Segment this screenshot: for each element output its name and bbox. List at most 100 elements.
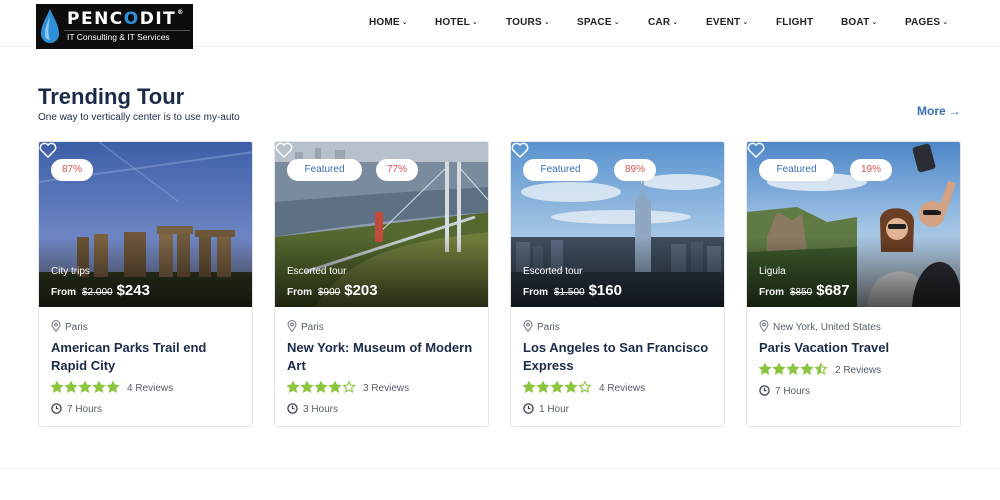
review-count: 3 Reviews [363,383,410,394]
current-price: $203 [344,282,378,299]
heart-icon[interactable] [39,142,57,158]
star-full-icon [522,380,536,393]
chevron-down-icon: ⌄ [613,19,620,26]
current-price: $687 [816,282,850,299]
nav-item-car[interactable]: CAR ⌄ [648,17,678,28]
tour-location: Paris [51,320,88,333]
tour-card[interactable]: Featured 19% Ligula From $850 $687 New Yor… [746,141,961,427]
star-full-icon [106,380,120,393]
star-full-icon [800,362,814,375]
tour-title[interactable]: Paris Vacation Travel [759,339,954,357]
site-logo[interactable]: PENCODIT® IT Consulting & IT Services [36,4,193,49]
featured-badge: Featured [759,159,834,181]
chevron-down-icon: ⌄ [742,19,749,26]
discount-badge: 19% [850,159,892,181]
map-pin-icon [523,320,533,333]
water-drop-logo-icon [41,9,59,43]
tour-card[interactable]: Featured 89% Escorted tour From $1.500 $16… [510,141,725,427]
nav-item-boat[interactable]: BOAT ⌄ [841,17,877,28]
star-full-icon [536,380,550,393]
tour-rating: 2 Reviews [758,362,882,378]
tour-duration: 7 Hours [759,385,810,397]
tour-image[interactable]: Featured 89% Escorted tour From $1.500 $16… [511,142,724,307]
nav-item-flight[interactable]: FLIGHT [776,17,813,28]
star-full-icon [758,362,772,375]
more-link[interactable]: More → [917,104,961,118]
heart-icon[interactable] [747,142,765,158]
tour-category: Escorted tour [287,266,347,277]
tour-duration: 1 Hour [523,403,569,415]
price-row: From $850 $687 [759,282,850,299]
tour-card[interactable]: Featured 77% Escorted tour From $900 $203 … [274,141,489,427]
clock-icon [51,403,62,414]
tour-image[interactable]: 87% City trips From $2.000 $243 [39,142,252,307]
chevron-down-icon: ⌄ [672,19,679,26]
old-price: $2.000 [82,287,113,298]
star-empty-icon [578,380,592,393]
star-full-icon [286,380,300,393]
star-full-icon [564,380,578,393]
tour-title[interactable]: New York: Museum of Modern Art [287,339,482,375]
star-rating [758,362,829,378]
map-pin-icon [51,320,61,333]
star-full-icon [786,362,800,375]
chevron-down-icon: ⌄ [471,19,478,26]
star-full-icon [92,380,106,393]
current-price: $243 [116,282,150,299]
nav-item-tours[interactable]: TOURS ⌄ [506,17,550,28]
tour-title[interactable]: American Parks Trail end Rapid City [51,339,246,375]
star-half-icon [814,362,828,375]
section-divider [0,468,1000,469]
tour-rating: 3 Reviews [286,380,410,396]
old-price: $1.500 [554,287,585,298]
map-pin-icon [287,320,297,333]
clock-icon [759,385,770,396]
nav-item-home[interactable]: HOME ⌄ [369,17,408,28]
tour-category: City trips [51,266,90,277]
review-count: 2 Reviews [835,365,882,376]
old-price: $900 [318,287,341,298]
star-empty-icon [342,380,356,393]
logo-wordmark: PENCODIT® [67,9,185,29]
featured-badge: Featured [523,159,598,181]
nav-item-hotel[interactable]: HOTEL ⌄ [435,17,478,28]
logo-divider [64,30,190,31]
top-navbar: PENCODIT® IT Consulting & IT Services HO… [0,0,1000,49]
price-row: From $900 $203 [287,282,378,299]
logo-tagline: IT Consulting & IT Services [67,32,170,42]
tour-card[interactable]: 87% City trips From $2.000 $243 Paris Amer… [38,141,253,427]
old-price: $850 [790,287,813,298]
tour-title[interactable]: Los Angeles to San Francisco Express [523,339,718,375]
star-rating [522,380,593,396]
tour-image[interactable]: Featured 19% Ligula From $850 $687 [747,142,960,307]
review-count: 4 Reviews [599,383,646,394]
tour-duration: 7 Hours [51,403,102,415]
nav-item-pages[interactable]: PAGES ⌄ [905,17,948,28]
nav-item-space[interactable]: SPACE ⌄ [577,17,620,28]
star-full-icon [314,380,328,393]
tour-duration: 3 Hours [287,403,338,415]
tour-location: Paris [287,320,324,333]
star-rating [50,380,121,396]
chevron-down-icon: ⌄ [401,19,408,26]
tour-category: Escorted tour [523,266,583,277]
discount-badge: 77% [376,159,418,181]
tour-image[interactable]: Featured 77% Escorted tour From $900 $203 [275,142,488,307]
price-row: From $1.500 $160 [523,282,622,299]
discount-badge: 89% [614,159,656,181]
star-full-icon [64,380,78,393]
tour-rating: 4 Reviews [522,380,646,396]
tour-location: New York, United States [759,320,881,333]
heart-icon[interactable] [511,142,529,158]
chevron-down-icon: ⌄ [942,19,949,26]
star-full-icon [550,380,564,393]
tour-rating: 4 Reviews [50,380,173,396]
nav-item-event[interactable]: EVENT ⌄ [706,17,748,28]
chevron-down-icon: ⌄ [871,19,878,26]
chevron-down-icon: ⌄ [543,19,550,26]
arrow-right-icon: → [948,104,961,118]
star-full-icon [50,380,64,393]
star-rating [286,380,357,396]
heart-icon[interactable] [275,142,293,158]
tour-category: Ligula [759,266,786,277]
